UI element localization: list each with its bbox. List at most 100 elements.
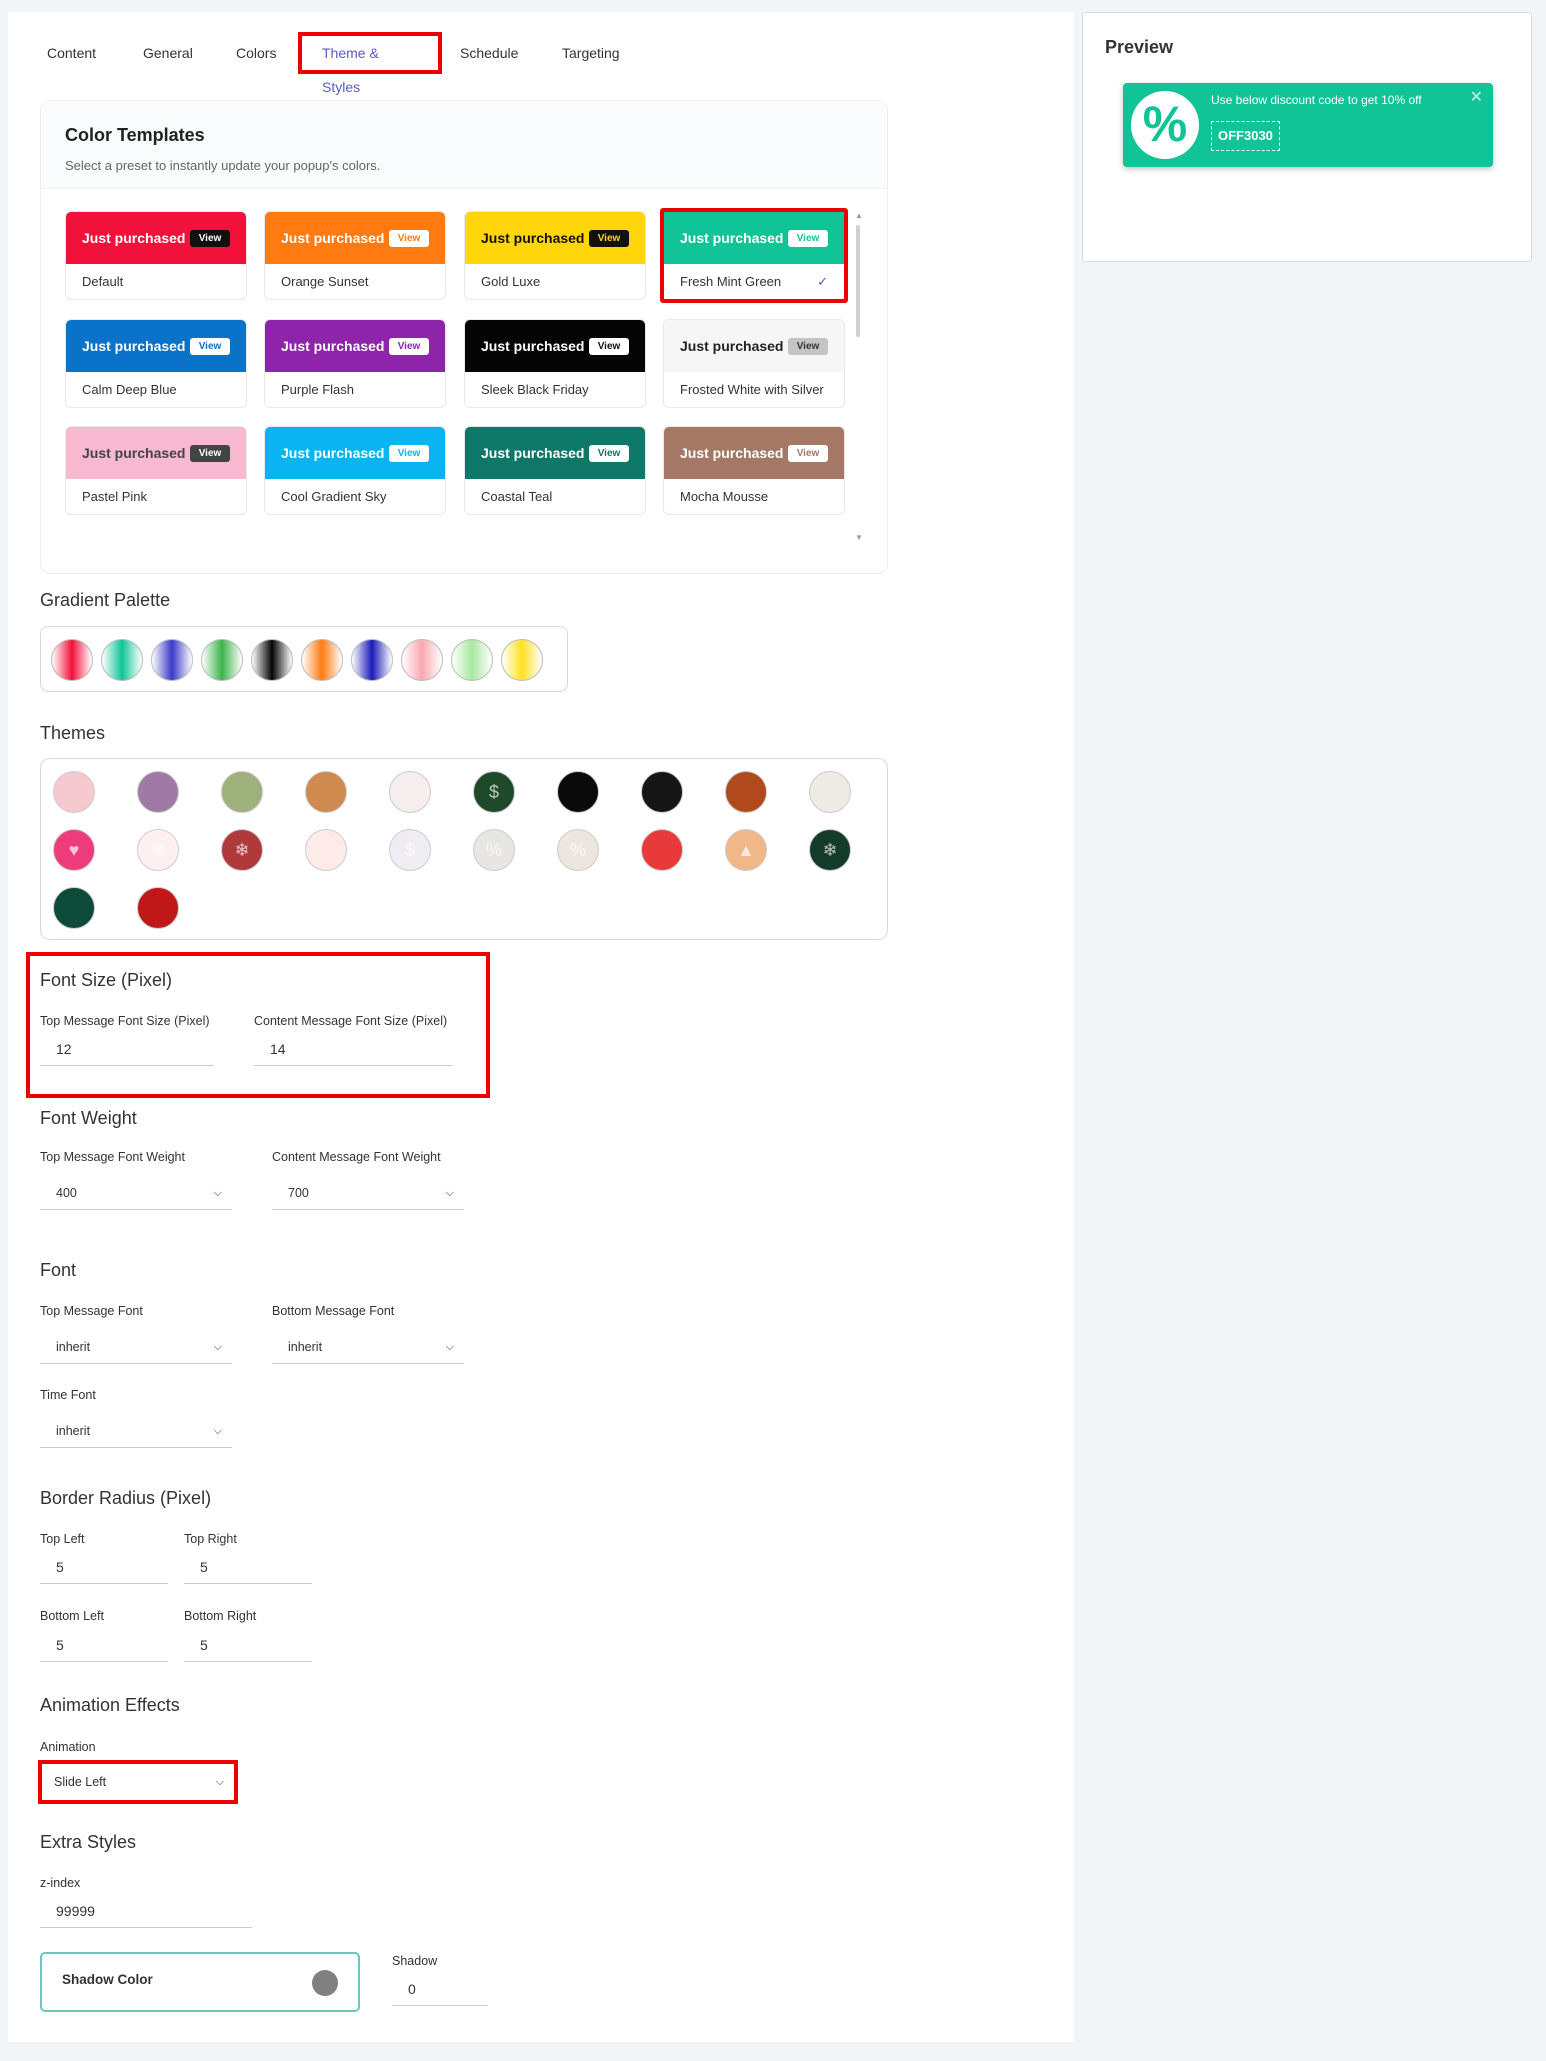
template-color-band: Just purchased View	[465, 320, 645, 372]
gradient-swatch[interactable]	[451, 639, 493, 681]
gradient-swatch[interactable]	[251, 639, 293, 681]
scroll-down-icon[interactable]: ▼	[855, 533, 863, 542]
template-name: Frosted White with Silver	[680, 382, 824, 397]
top-right-radius-input[interactable]	[184, 1550, 312, 1584]
pattern-tan-icon[interactable]	[305, 771, 347, 813]
color-templates-header: Color Templates Select a preset to insta…	[41, 101, 887, 189]
shadow-color-swatch[interactable]	[312, 1970, 338, 1996]
check-icon: ✓	[817, 274, 828, 289]
content-font-size-label: Content Message Font Size (Pixel)	[254, 1014, 448, 1028]
template-name: Cool Gradient Sky	[281, 489, 387, 504]
gradient-swatch[interactable]	[401, 639, 443, 681]
tab-colors[interactable]: Colors	[224, 32, 288, 74]
tab-content[interactable]: Content	[35, 32, 108, 74]
template-orange-sunset[interactable]: Just purchased View Orange Sunset	[264, 211, 446, 300]
pattern-olive-icon[interactable]	[221, 771, 263, 813]
chevron-down-icon: ⌵	[445, 1187, 454, 1199]
template-view-button: View	[190, 338, 230, 355]
shadow-color-label: Shadow Color	[62, 1972, 153, 1987]
percent-icon[interactable]: %	[473, 829, 515, 871]
template-sleek-black-friday[interactable]: Just purchased View Sleek Black Friday	[464, 319, 646, 408]
geometric-black-icon[interactable]	[557, 771, 599, 813]
scroll-up-icon[interactable]: ▲	[855, 211, 863, 220]
animation-label: Animation	[40, 1740, 96, 1754]
template-color-band: Just purchased View	[265, 427, 445, 479]
template-name: Fresh Mint Green	[680, 274, 782, 289]
gradient-swatch[interactable]	[351, 639, 393, 681]
snowflake-icon[interactable]: ❄	[137, 829, 179, 871]
template-view-button: View	[190, 445, 230, 462]
tab-theme-styles[interactable]: Theme & Styles	[298, 32, 442, 95]
christmas-tree-icon[interactable]	[809, 771, 851, 813]
top-left-radius-input[interactable]	[40, 1550, 168, 1584]
template-pastel-pink[interactable]: Just purchased View Pastel Pink	[65, 426, 247, 515]
close-icon[interactable]: ✕	[1470, 87, 1483, 107]
preview-discount-code: OFF3030	[1211, 121, 1280, 151]
top-font-size-input[interactable]	[40, 1032, 214, 1066]
font-size-title: Font Size (Pixel)	[40, 970, 173, 990]
template-scrollbar[interactable]	[856, 225, 860, 337]
cart-icon[interactable]	[641, 771, 683, 813]
red-pattern-icon[interactable]	[137, 887, 179, 929]
top-font-select[interactable]: inherit ⌵	[40, 1330, 232, 1364]
template-coastal-teal[interactable]: Just purchased View Coastal Teal	[464, 426, 646, 515]
shopping-bag-icon[interactable]: $	[389, 829, 431, 871]
gradient-swatch[interactable]	[151, 639, 193, 681]
sale-icon[interactable]	[389, 771, 431, 813]
template-badge-text: Just purchased	[680, 230, 784, 246]
tab-schedule[interactable]: Schedule	[448, 32, 530, 74]
top-font-weight-select[interactable]: 400 ⌵	[40, 1176, 232, 1210]
animation-title: Animation Effects	[40, 1695, 180, 1715]
tree-icon[interactable]: ▲	[725, 829, 767, 871]
zindex-input[interactable]	[40, 1894, 252, 1928]
green-pattern-icon[interactable]	[53, 887, 95, 929]
content-font-size-input[interactable]	[254, 1032, 452, 1066]
dollar-icon[interactable]: $	[473, 771, 515, 813]
template-purple-flash[interactable]: Just purchased View Purple Flash	[264, 319, 446, 408]
gradient-swatch[interactable]	[51, 639, 93, 681]
gradient-swatch[interactable]	[501, 639, 543, 681]
snowman-icon[interactable]: ❄	[809, 829, 851, 871]
template-color-band: Just purchased View	[664, 427, 844, 479]
gift-icon[interactable]	[305, 829, 347, 871]
template-cool-gradient-sky[interactable]: Just purchased View Cool Gradient Sky	[264, 426, 446, 515]
discount-icon[interactable]: %	[557, 829, 599, 871]
zindex-label: z-index	[40, 1876, 81, 1890]
color-templates-subtitle: Select a preset to instantly update your…	[65, 158, 381, 173]
tab-general[interactable]: General	[131, 32, 205, 74]
preview-message: Use below discount code to get 10% off	[1211, 93, 1422, 107]
percent-icon: %	[1131, 91, 1199, 159]
shadow-input[interactable]	[392, 1972, 488, 2006]
chevron-down-icon: ⌵	[445, 1341, 454, 1353]
animation-select[interactable]: Slide Left ⌵	[38, 1760, 238, 1804]
pumpkin-icon[interactable]	[725, 771, 767, 813]
time-font-select[interactable]: inherit ⌵	[40, 1414, 232, 1448]
pattern-purple-icon[interactable]	[137, 771, 179, 813]
shadow-color-picker[interactable]: Shadow Color	[40, 1952, 360, 2012]
gradient-swatch[interactable]	[301, 639, 343, 681]
template-mocha-mousse[interactable]: Just purchased View Mocha Mousse	[663, 426, 845, 515]
template-badge-text: Just purchased	[680, 338, 784, 354]
template-default[interactable]: Just purchased View Default	[65, 211, 247, 300]
template-gold-luxe[interactable]: Just purchased View Gold Luxe	[464, 211, 646, 300]
chevron-down-icon: ⌵	[213, 1341, 222, 1353]
gradient-swatch[interactable]	[101, 639, 143, 681]
template-calm-deep-blue[interactable]: Just purchased View Calm Deep Blue	[65, 319, 247, 408]
content-font-weight-select[interactable]: 700 ⌵	[272, 1176, 464, 1210]
pattern-pink-icon[interactable]	[53, 771, 95, 813]
heart-icon[interactable]: ♥	[53, 829, 95, 871]
tab-targeting[interactable]: Targeting	[550, 32, 632, 74]
template-view-button: View	[788, 445, 828, 462]
font-title: Font	[40, 1260, 77, 1280]
template-fresh-mint-green[interactable]: Just purchased View Fresh Mint Green ✓	[660, 208, 848, 303]
template-frosted-white-with-silver[interactable]: Just purchased View Frosted White with Sil…	[663, 319, 845, 408]
template-view-button: View	[389, 445, 429, 462]
gradient-swatch[interactable]	[201, 639, 243, 681]
ornament-icon[interactable]	[641, 829, 683, 871]
bottom-font-select[interactable]: inherit ⌵	[272, 1330, 464, 1364]
bottom-left-radius-input[interactable]	[40, 1628, 168, 1662]
snowflake-red-icon[interactable]: ❄	[221, 829, 263, 871]
top-font-size-label: Top Message Font Size (Pixel)	[40, 1014, 210, 1028]
tab-bar: Content General Colors Theme & Styles Sc…	[8, 12, 1074, 95]
bottom-right-radius-input[interactable]	[184, 1628, 312, 1662]
